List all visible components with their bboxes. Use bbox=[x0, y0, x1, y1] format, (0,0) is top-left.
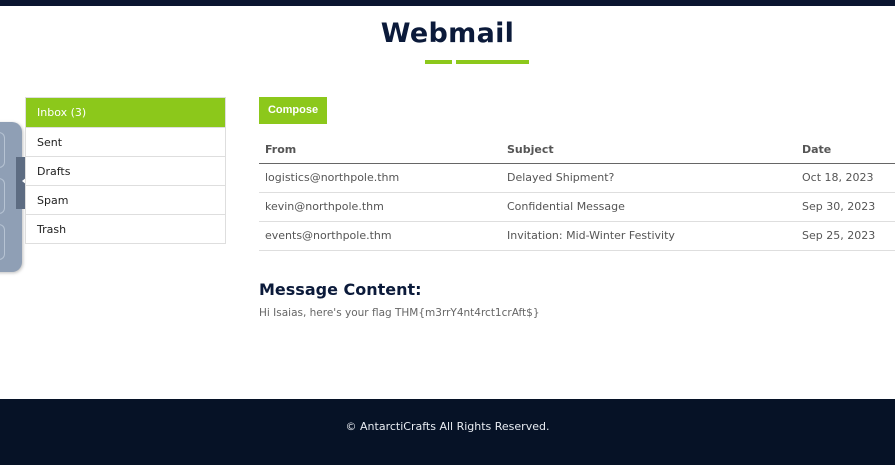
table-row[interactable]: logistics@northpole.thm Delayed Shipment… bbox=[259, 163, 895, 193]
column-header-subject: Subject bbox=[501, 136, 796, 164]
message-heading: Message Content: bbox=[259, 280, 422, 299]
mail-from: events@northpole.thm bbox=[259, 221, 501, 251]
table-row[interactable]: events@northpole.thm Invitation: Mid-Win… bbox=[259, 221, 895, 251]
side-drawer-slot bbox=[0, 132, 5, 168]
footer-copyright: © AntarctiCrafts All Rights Reserved. bbox=[345, 420, 550, 433]
top-strip bbox=[0, 0, 895, 6]
folder-inbox[interactable]: Inbox (3) bbox=[26, 98, 225, 127]
mail-subject: Confidential Message bbox=[501, 192, 796, 222]
table-row[interactable]: kevin@northpole.thm Confidential Message… bbox=[259, 192, 895, 222]
mail-table: From Subject Date logistics@northpole.th… bbox=[259, 136, 895, 251]
table-header-row: From Subject Date bbox=[259, 136, 895, 164]
mail-date: Oct 18, 2023 bbox=[796, 163, 895, 193]
side-drawer-slot bbox=[0, 178, 5, 214]
mail-date: Sep 30, 2023 bbox=[796, 192, 895, 222]
folder-trash[interactable]: Trash bbox=[26, 214, 225, 243]
mail-subject: Delayed Shipment? bbox=[501, 163, 796, 193]
message-body: Hi Isaias, here's your flag THM{m3rrY4nt… bbox=[259, 307, 540, 319]
mail-from: kevin@northpole.thm bbox=[259, 192, 501, 222]
mail-from: logistics@northpole.thm bbox=[259, 163, 501, 193]
folder-spam[interactable]: Spam bbox=[26, 185, 225, 214]
folder-drafts[interactable]: Drafts bbox=[26, 156, 225, 185]
compose-button[interactable]: Compose bbox=[259, 97, 327, 124]
column-header-date: Date bbox=[796, 136, 895, 164]
folder-sent[interactable]: Sent bbox=[26, 127, 225, 156]
mail-subject: Invitation: Mid-Winter Festivity bbox=[501, 221, 796, 251]
column-header-from: From bbox=[259, 136, 501, 164]
page-title: Webmail bbox=[380, 18, 515, 49]
side-drawer-slot bbox=[0, 224, 5, 260]
mail-date: Sep 25, 2023 bbox=[796, 221, 895, 251]
folder-list: Inbox (3) Sent Drafts Spam Trash bbox=[25, 97, 226, 244]
